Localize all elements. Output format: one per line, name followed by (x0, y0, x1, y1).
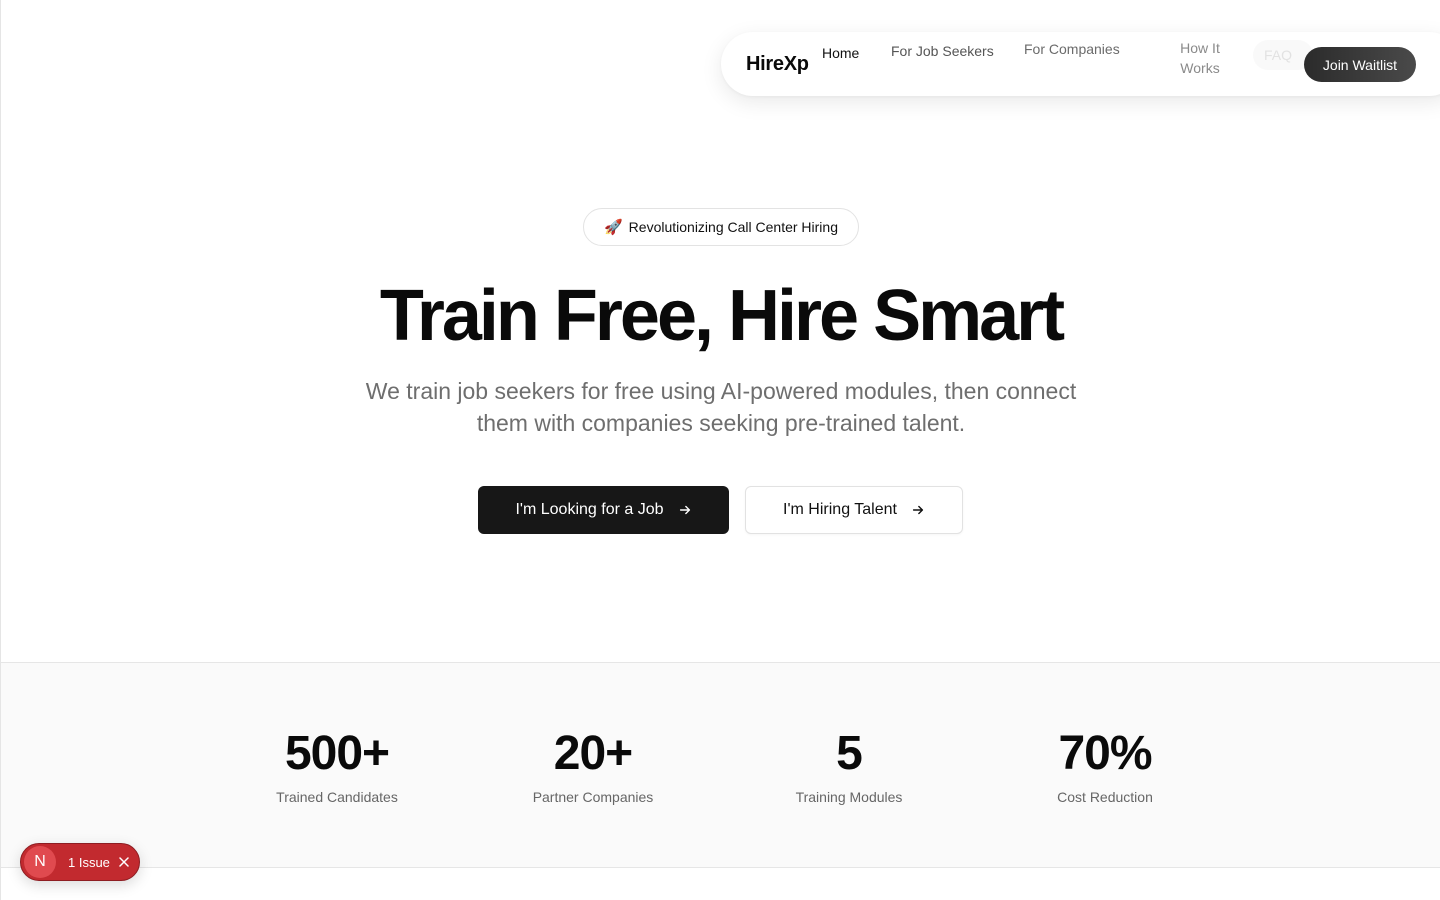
hero-subtitle: We train job seekers for free using AI-p… (365, 378, 1077, 436)
stat-label: Cost Reduction (1057, 789, 1153, 805)
looking-for-job-button[interactable]: I'm Looking for a Job (478, 486, 729, 534)
next-logo-icon: N (24, 846, 56, 878)
page: HireXp Home For Job Seekers For Companie… (0, 0, 1440, 900)
stat-item: 5 Training Modules (739, 727, 959, 805)
stat-value: 5 (836, 727, 863, 780)
stat-label: Partner Companies (532, 789, 654, 805)
stat-label: Trained Candidates (276, 789, 398, 805)
brand-logo[interactable]: HireXp (746, 53, 809, 76)
stats-section: 500+ Trained Candidates 20+ Partner Comp… (1, 662, 1440, 868)
top-nav: HireXp Home For Job Seekers For Companie… (721, 32, 1440, 96)
rocket-icon: 🚀 (603, 219, 623, 236)
stat-item: 20+ Partner Companies (483, 727, 703, 805)
nav-faq-link[interactable]: FAQ (1264, 45, 1292, 65)
issues-count: 1 Issue (68, 854, 110, 870)
stat-value: 500+ (284, 727, 390, 780)
close-icon[interactable] (118, 856, 130, 868)
join-waitlist-button[interactable]: Join Waitlist (1304, 47, 1416, 82)
nav-companies-link[interactable]: For Companies (1024, 39, 1120, 59)
nav-how-it-works-link[interactable]: How It Works (1170, 38, 1230, 78)
arrow-right-icon (912, 505, 924, 515)
stat-label: Training Modules (795, 789, 903, 805)
stat-value: 70% (1058, 727, 1152, 780)
hero-badge: 🚀 Revolutionizing Call Center Hiring (583, 208, 859, 246)
hiring-talent-label: I'm Hiring Talent (783, 501, 897, 518)
nav-job-seekers-link[interactable]: For Job Seekers (891, 41, 994, 61)
stat-item: 500+ Trained Candidates (227, 727, 447, 805)
stat-value: 20+ (553, 727, 633, 780)
hero-badge-text: Revolutionizing Call Center Hiring (628, 219, 838, 235)
hiring-talent-button[interactable]: I'm Hiring Talent (745, 486, 963, 534)
looking-for-job-label: I'm Looking for a Job (515, 501, 664, 518)
arrow-right-icon (679, 505, 690, 515)
dev-issues-badge[interactable]: N 1 Issue (20, 843, 140, 881)
nav-home-link[interactable]: Home (822, 43, 859, 63)
stat-item: 70% Cost Reduction (995, 727, 1215, 805)
hero-title: Train Free, Hire Smart (379, 276, 1065, 356)
